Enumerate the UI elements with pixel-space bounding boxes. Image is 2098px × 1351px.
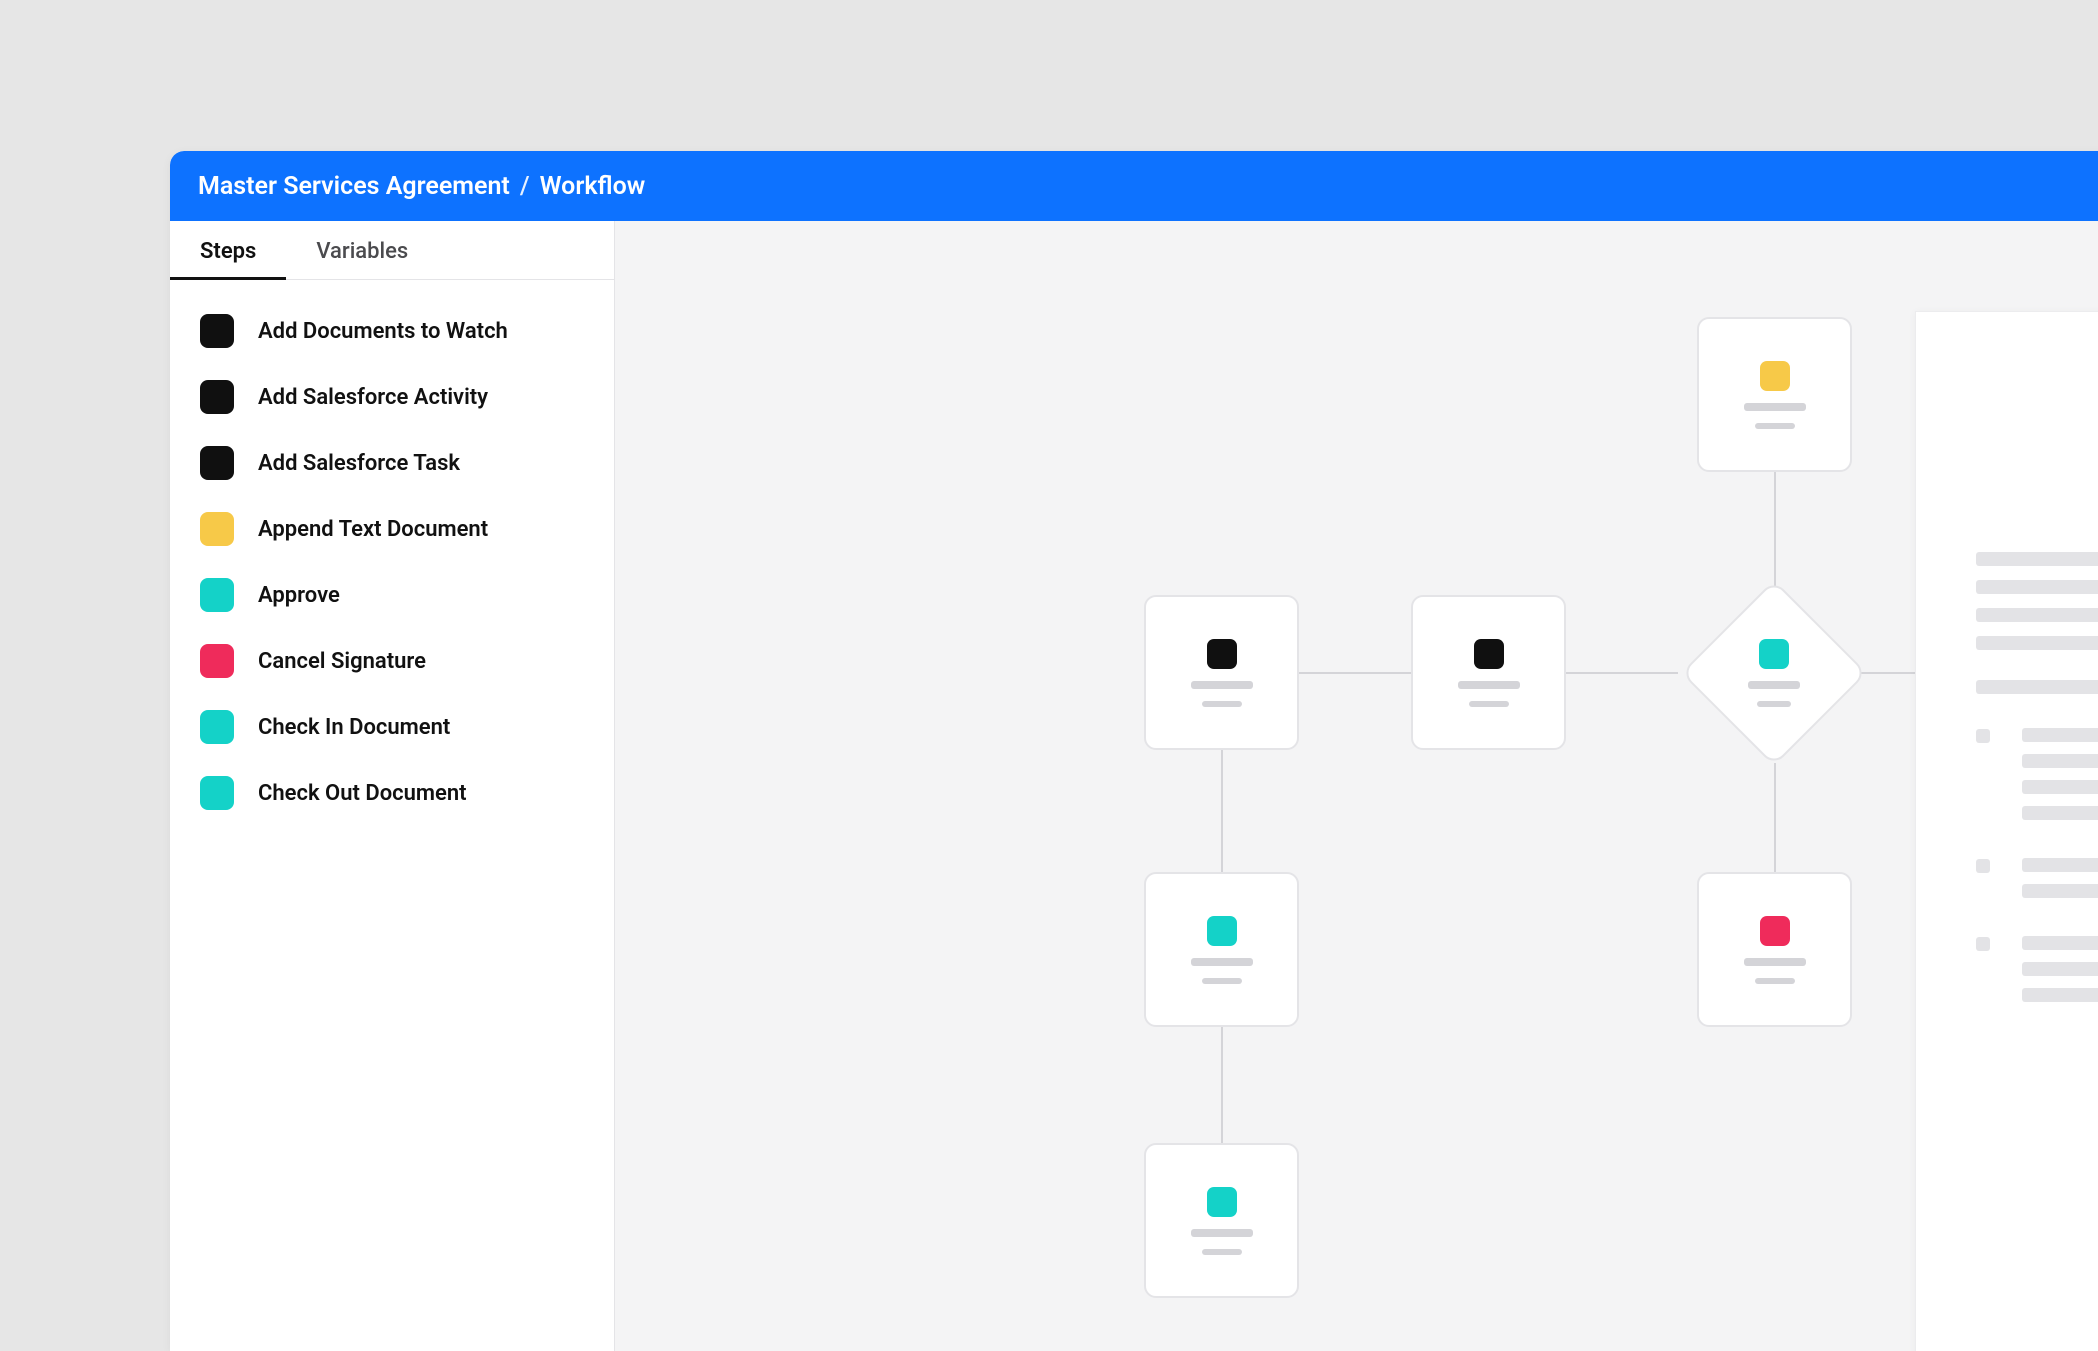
node-icon [1207,639,1237,669]
placeholder-line [1191,1229,1253,1237]
step-label: Cancel Signature [258,649,426,674]
bullet-icon [1976,937,1990,951]
step-label: Append Text Document [258,517,488,542]
workflow-node[interactable] [1697,317,1852,472]
placeholder-line [1458,681,1520,689]
document-title: Master Services Agreement [1976,408,2098,450]
workflow-node[interactable] [1411,595,1566,750]
bullet-icon [1976,859,1990,873]
placeholder-line [1976,580,2098,594]
placeholder-line [1755,978,1795,984]
edge [1299,672,1411,674]
step-add-documents-to-watch[interactable]: Add Documents to Watch [200,314,584,348]
node-icon [1474,639,1504,669]
step-label: Add Documents to Watch [258,319,508,344]
step-add-salesforce-activity[interactable]: Add Salesforce Activity [200,380,584,414]
step-swatch-icon [200,776,234,810]
breadcrumb-root[interactable]: Master Services Agreement [198,172,510,201]
placeholder-line [2022,962,2098,976]
doc-paragraph [1976,552,2098,694]
document-preview: Master Services Agreement [1915,311,2098,1351]
placeholder-line [2022,806,2098,820]
node-icon [1207,916,1237,946]
workflow-node[interactable] [1144,872,1299,1027]
sidebar: Steps Variables Add Documents to Watch A… [170,221,615,1351]
placeholder-line [1755,423,1795,429]
doc-list-item [1976,728,2098,820]
doc-list [1976,728,2098,1002]
workflow-node[interactable] [1144,595,1299,750]
breadcrumb-current: Workflow [540,172,646,201]
placeholder-line [2022,858,2098,872]
node-icon [1759,639,1789,669]
workflow-node[interactable] [1697,872,1852,1027]
breadcrumb-sep: / [510,172,540,201]
placeholder-line [1976,552,2098,566]
step-add-salesforce-task[interactable]: Add Salesforce Task [200,446,584,480]
step-label: Check In Document [258,715,450,740]
step-check-out-document[interactable]: Check Out Document [200,776,584,810]
placeholder-line [2022,936,2098,950]
step-append-text-document[interactable]: Append Text Document [200,512,584,546]
step-label: Add Salesforce Task [258,451,460,476]
placeholder-line [1744,958,1806,966]
placeholder-line [2022,754,2098,768]
workflow-node[interactable] [1144,1143,1299,1298]
workflow-canvas[interactable]: Master Services Agreement [615,221,2098,1351]
step-swatch-icon [200,578,234,612]
doc-list-item [1976,858,2098,898]
placeholder-line [1976,608,2098,622]
step-swatch-icon [200,644,234,678]
edge [1221,1027,1223,1157]
steps-list: Add Documents to Watch Add Salesforce Ac… [170,280,614,844]
placeholder-line [1191,681,1253,689]
edge [1774,763,1776,872]
placeholder-line [1191,958,1253,966]
placeholder-line [1976,680,2098,694]
placeholder-line [1469,701,1509,707]
placeholder-line [2022,780,2098,794]
sidebar-tabs: Steps Variables [170,221,614,280]
step-swatch-icon [200,710,234,744]
edge [1566,672,1678,674]
step-label: Approve [258,583,340,608]
step-cancel-signature[interactable]: Cancel Signature [200,644,584,678]
placeholder-line [2022,988,2098,1002]
placeholder-line [2022,728,2098,742]
node-icon [1207,1187,1237,1217]
app-window: Master Services Agreement / Workflow Ste… [170,151,2098,1351]
placeholder-line [1976,636,2098,650]
node-icon [1760,916,1790,946]
app-body: Steps Variables Add Documents to Watch A… [170,221,2098,1351]
step-swatch-icon [200,314,234,348]
app-header: Master Services Agreement / Workflow [170,151,2098,221]
step-swatch-icon [200,380,234,414]
node-icon [1760,361,1790,391]
step-approve[interactable]: Approve [200,578,584,612]
step-swatch-icon [200,446,234,480]
placeholder-line [1202,978,1242,984]
placeholder-line [2022,884,2098,898]
placeholder-line [1744,403,1806,411]
placeholder-line [1748,681,1800,689]
bullet-icon [1976,729,1990,743]
placeholder-line [1202,701,1242,707]
step-label: Check Out Document [258,781,467,806]
tab-variables[interactable]: Variables [286,221,438,279]
placeholder-line [1757,701,1791,707]
workflow-decision-node[interactable] [1681,580,1868,767]
tab-steps[interactable]: Steps [170,221,286,279]
placeholder-line [1202,1249,1242,1255]
step-label: Add Salesforce Activity [258,385,488,410]
step-check-in-document[interactable]: Check In Document [200,710,584,744]
edge [1221,750,1223,872]
step-swatch-icon [200,512,234,546]
doc-list-item [1976,936,2098,1002]
